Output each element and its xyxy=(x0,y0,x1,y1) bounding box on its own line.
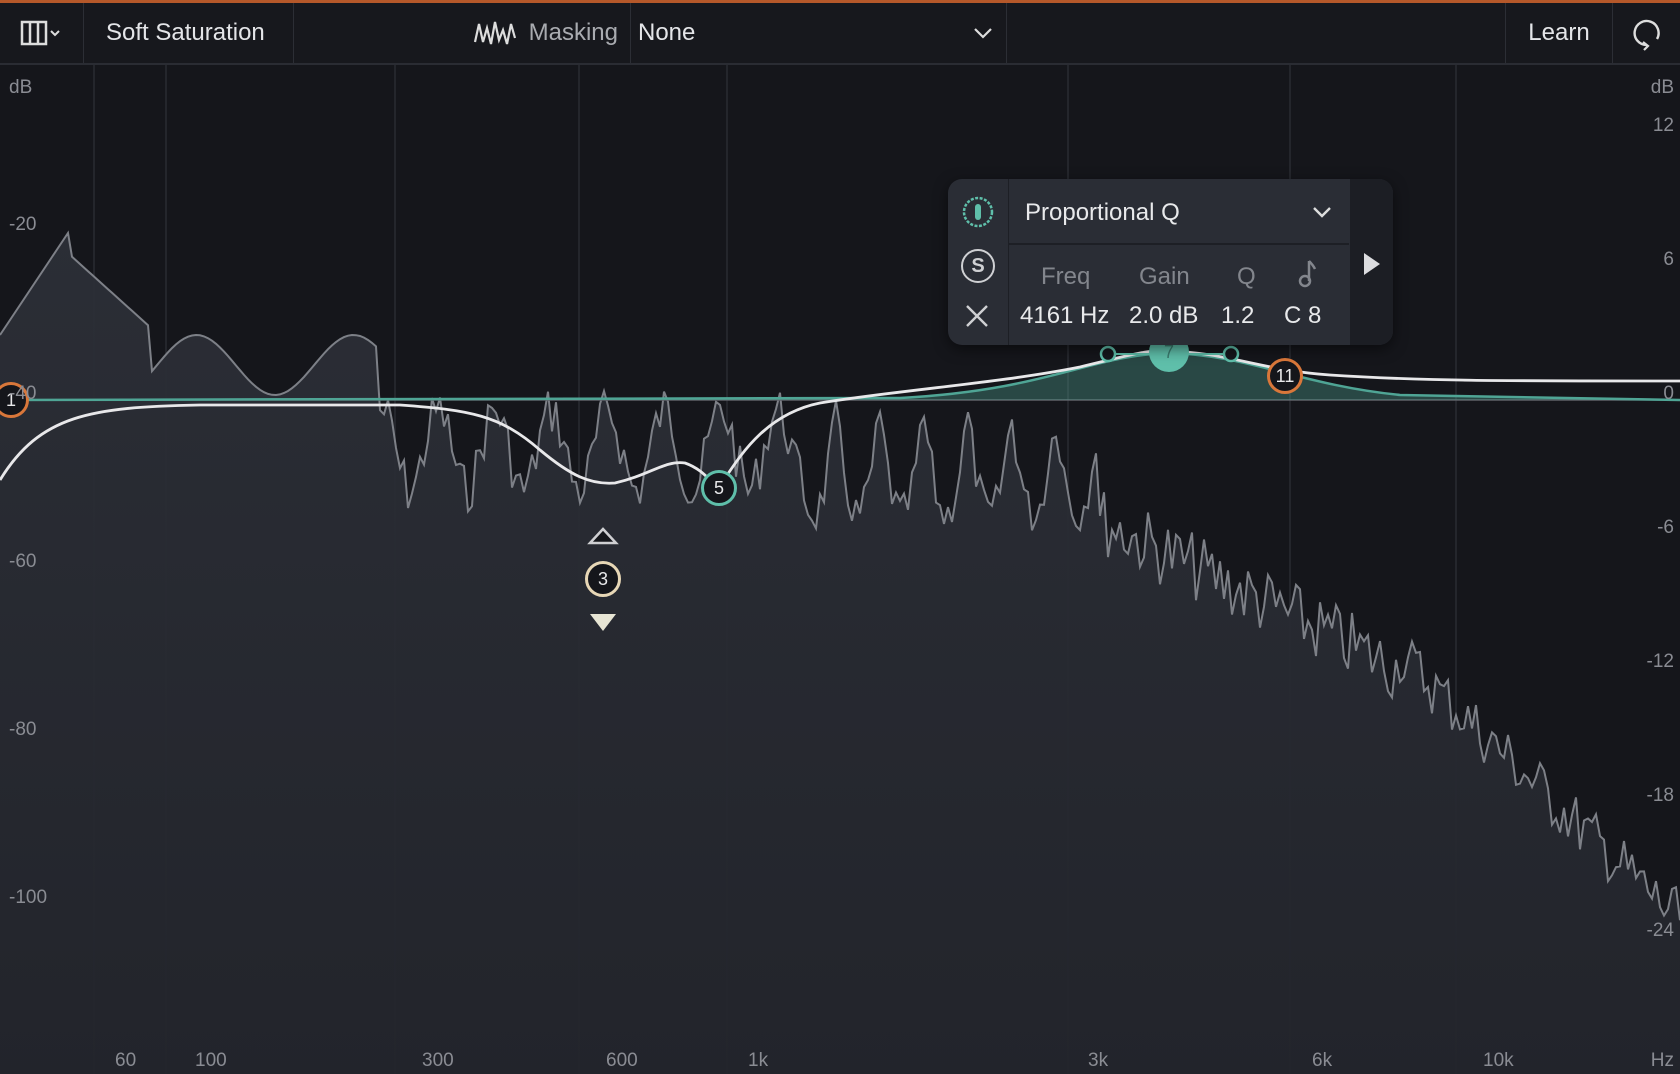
masking-dropdown[interactable]: None xyxy=(631,3,1007,63)
freq-tick-label: 60 xyxy=(115,1050,137,1071)
learn-label: Learn xyxy=(1528,19,1590,46)
right-tick-label: -12 xyxy=(1646,651,1674,672)
freq-unit: Hz xyxy=(1650,1050,1674,1071)
q-handle-left[interactable] xyxy=(1099,345,1117,363)
band-editor-popup: S Proportional Q Freq Gain Q 4161 Hz 2.0… xyxy=(948,179,1393,345)
freq-tick-label: 3k xyxy=(1088,1050,1109,1071)
right-tick-label: 12 xyxy=(1652,115,1674,136)
eq-graph[interactable]: 1 3 5 7 11 dB dB Hz -20 -40 -60 -80 -100 12 6 0 -6 -1… xyxy=(0,65,1680,1074)
gain-header: Gain xyxy=(1139,263,1190,290)
right-tick-label: 0 xyxy=(1663,383,1674,404)
right-db-unit: dB xyxy=(1650,77,1674,98)
eq-display[interactable] xyxy=(0,65,1680,1074)
band-number: 3 xyxy=(597,568,608,589)
learn-button[interactable]: Learn xyxy=(1505,3,1613,63)
band-node-3[interactable]: 3 xyxy=(585,561,621,597)
freq-value[interactable]: 4161 Hz xyxy=(1020,302,1109,330)
masking-label: Masking xyxy=(528,19,618,46)
freq-tick-label: 100 xyxy=(195,1050,227,1071)
q-handle-right[interactable] xyxy=(1222,345,1240,363)
band-number: 11 xyxy=(1275,365,1295,386)
band-node-5[interactable]: 5 xyxy=(701,470,737,506)
expand-arrow-icon[interactable] xyxy=(1362,251,1382,277)
layout-menu-button[interactable] xyxy=(0,3,84,63)
mode-label: Soft Saturation xyxy=(106,19,265,46)
mode-selector[interactable]: Soft Saturation xyxy=(84,3,294,63)
left-db-unit: dB xyxy=(9,77,33,98)
q-value[interactable]: 1.2 xyxy=(1221,302,1254,330)
note-value[interactable]: C 8 xyxy=(1284,302,1321,330)
gain-value[interactable]: 2.0 dB xyxy=(1129,302,1198,330)
right-tick-label: -6 xyxy=(1657,517,1674,538)
band-node-11[interactable]: 11 xyxy=(1267,358,1303,394)
q-header: Q xyxy=(1237,263,1256,290)
chevron-down-icon xyxy=(974,28,992,39)
columns-icon xyxy=(20,20,60,46)
freq-tick-label: 10k xyxy=(1483,1050,1514,1071)
left-tick-label: -40 xyxy=(9,383,37,404)
freq-tick-label: 300 xyxy=(422,1050,454,1071)
freq-tick-label: 1k xyxy=(748,1050,769,1071)
band-number: 5 xyxy=(713,477,724,498)
music-note-icon xyxy=(1298,260,1317,288)
solo-button[interactable]: S xyxy=(961,249,995,283)
left-tick-label: -80 xyxy=(9,719,37,740)
power-icon[interactable] xyxy=(961,195,995,229)
refresh-icon xyxy=(1632,19,1660,51)
waveform-icon xyxy=(473,21,516,45)
filter-shape-dropdown[interactable]: Proportional Q xyxy=(1009,179,1349,243)
freq-tick-label: 600 xyxy=(606,1050,638,1071)
filter-shape-value: Proportional Q xyxy=(1025,199,1180,226)
chevron-down-icon xyxy=(1313,207,1331,218)
close-icon[interactable] xyxy=(964,303,990,329)
freq-header: Freq xyxy=(1041,263,1091,290)
masking-button[interactable]: Masking xyxy=(294,3,631,63)
left-tick-label: -60 xyxy=(9,551,37,572)
masking-value: None xyxy=(638,19,696,46)
left-tick-label: -20 xyxy=(9,214,37,235)
refresh-button[interactable] xyxy=(1613,3,1680,63)
freq-tick-label: 6k xyxy=(1312,1050,1333,1071)
left-tick-label: -100 xyxy=(9,887,48,908)
right-tick-label: -24 xyxy=(1646,920,1674,941)
right-tick-label: -18 xyxy=(1646,785,1674,806)
right-tick-label: 6 xyxy=(1663,249,1674,270)
spectrum-fill xyxy=(0,233,1680,1074)
toolbar: Soft Saturation Masking None Learn xyxy=(0,3,1680,65)
